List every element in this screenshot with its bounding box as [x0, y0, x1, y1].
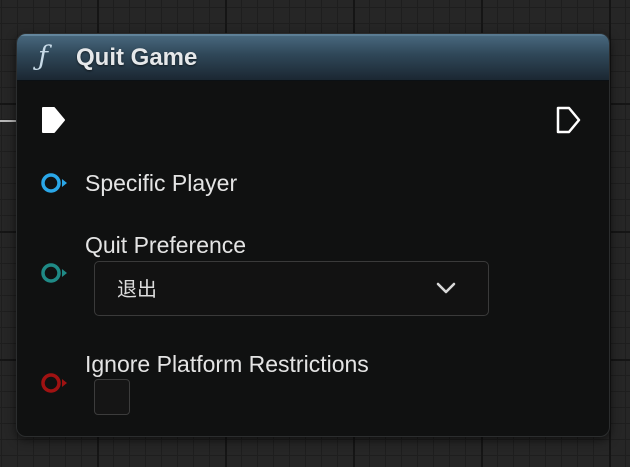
ignore-platform-restrictions-pin-icon[interactable]: [40, 372, 70, 394]
quit-preference-dropdown[interactable]: 退出: [94, 261, 489, 316]
exec-input-pin-icon[interactable]: [40, 106, 66, 134]
chevron-down-icon: [436, 282, 456, 294]
node-header[interactable]: ƒ Quit Game: [17, 34, 609, 81]
function-icon: ƒ: [38, 41, 48, 72]
quit-preference-label: Quit Preference: [85, 232, 247, 258]
ignore-platform-restrictions-label: Ignore Platform Restrictions: [85, 351, 369, 377]
node-title: Quit Game: [76, 44, 198, 71]
specific-player-pin-icon[interactable]: [40, 172, 70, 194]
exec-output-pin-icon[interactable]: [555, 106, 581, 134]
quit-preference-pin-icon[interactable]: [40, 262, 70, 284]
ignore-platform-restrictions-checkbox[interactable]: [94, 379, 130, 415]
specific-player-label: Specific Player: [85, 170, 238, 196]
quit-preference-value: 退出: [117, 277, 157, 301]
